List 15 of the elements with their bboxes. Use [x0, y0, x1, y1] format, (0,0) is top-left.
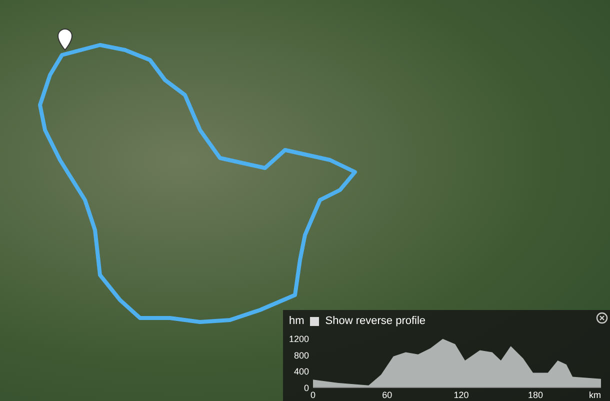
x-tick-label: 60 — [382, 390, 392, 400]
satellite-map[interactable]: hm Show reverse profile 0 400 800 1200 0 60 120 180 km — [0, 0, 610, 401]
map-marker-icon[interactable] — [58, 28, 72, 50]
y-tick-label: 1200 — [288, 334, 309, 344]
x-axis-unit: km — [589, 390, 601, 400]
x-tick-label: 0 — [310, 390, 316, 400]
x-tick-label: 180 — [528, 390, 543, 400]
y-tick-label: 400 — [294, 366, 309, 376]
close-icon[interactable] — [596, 312, 608, 324]
reverse-profile-checkbox[interactable] — [310, 316, 320, 326]
axis-unit-label: hm — [289, 314, 304, 329]
y-tick-label: 0 — [304, 382, 309, 392]
y-tick-label: 800 — [294, 350, 309, 360]
reverse-profile-label: Show reverse profile — [325, 314, 426, 329]
x-tick-label: 120 — [454, 390, 469, 400]
